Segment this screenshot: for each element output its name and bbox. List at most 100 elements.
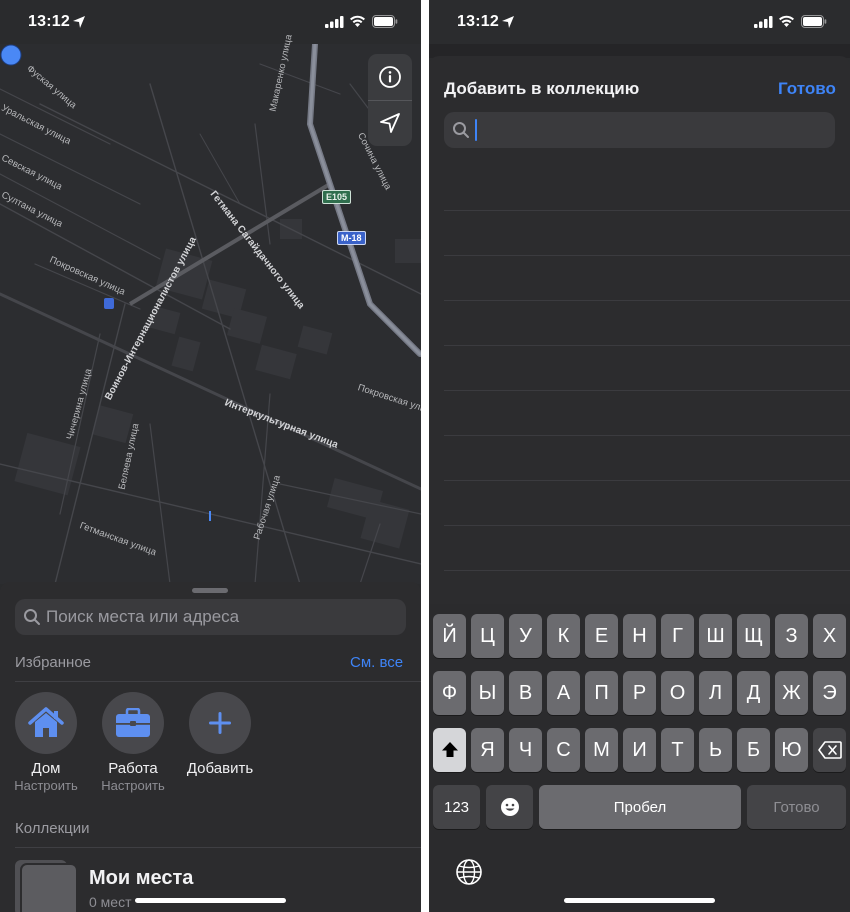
favorite-label: Дом [31,760,61,777]
shift-key[interactable] [433,728,466,772]
key[interactable]: Л [699,671,732,715]
collection-search-field[interactable] [444,112,835,148]
key[interactable]: Е [585,614,618,658]
search-field[interactable]: Поиск места или адреса [15,599,406,635]
collections-title: Коллекции [15,820,90,837]
key[interactable]: Р [623,671,656,715]
map-view[interactable]: Фуская улица Уральская улица Севская ули… [0,33,421,584]
key[interactable]: О [661,671,694,715]
delete-icon [817,741,842,759]
cellular-signal-icon [754,16,773,28]
status-time: 13:12 [28,13,70,30]
key[interactable]: Н [623,614,656,658]
location-arrow-icon [380,113,400,133]
key[interactable]: Й [433,614,466,658]
map-info-button[interactable] [368,54,412,100]
collection-title[interactable]: Мои места [89,867,193,890]
see-all-link[interactable]: См. все [350,654,403,671]
key[interactable]: Ж [775,671,808,715]
key[interactable]: Ф [433,671,466,715]
map-location-button[interactable] [368,100,412,146]
delete-key[interactable] [813,728,846,772]
key[interactable]: С [547,728,580,772]
cellular-signal-icon [325,16,344,28]
key[interactable]: М [585,728,618,772]
wifi-icon [350,15,365,27]
wifi-icon [779,15,794,27]
key[interactable]: Ш [699,614,732,658]
favorite-label: Работа [108,760,158,777]
space-key[interactable]: Пробел [539,785,741,829]
list-separator [444,210,850,211]
numbers-key[interactable]: 123 [433,785,480,829]
key[interactable]: Ы [471,671,504,715]
favorite-work[interactable]: Работа Настроить [88,692,178,793]
location-services-icon [502,16,514,28]
list-separator [444,300,850,301]
favorite-work-circle[interactable] [102,692,164,754]
key[interactable]: Ц [471,614,504,658]
collection-thumbnail[interactable] [15,858,77,912]
emoji-key[interactable] [486,785,533,829]
key[interactable]: У [509,614,542,658]
key[interactable]: В [509,671,542,715]
location-pin-stem [209,511,211,521]
key[interactable]: Б [737,728,770,772]
list-separator [444,525,850,526]
key[interactable]: Д [737,671,770,715]
key[interactable]: Ч [509,728,542,772]
status-bar: 13:12 [0,0,421,44]
list-separator [444,570,850,571]
favorite-add[interactable]: Добавить [175,692,265,777]
list-separator [444,435,850,436]
current-location-pin [0,44,22,66]
favorite-sublabel: Настроить [14,778,78,793]
map-controls [368,54,412,146]
return-key[interactable]: Готово [747,785,846,829]
home-indicator[interactable] [564,898,715,903]
list-separator [444,345,850,346]
key[interactable]: Щ [737,614,770,658]
favorite-add-circle[interactable] [189,692,251,754]
battery-icon [801,15,827,28]
search-icon [453,122,469,138]
key[interactable]: З [775,614,808,658]
done-button[interactable]: Готово [778,79,836,99]
battery-icon [372,15,398,28]
favorites-title: Избранное [15,654,92,671]
key[interactable]: Ь [699,728,732,772]
bottom-sheet: Поиск места или адреса Избранное См. все… [0,582,421,912]
shift-icon [441,742,458,757]
plus-icon [209,712,231,734]
maps-screen: 13:12 Фуская улица Уральская улица Севск… [0,0,421,912]
favorite-label: Добавить [186,760,254,777]
key[interactable]: Э [813,671,846,715]
globe-icon[interactable] [455,858,483,886]
key[interactable]: Ю [775,728,808,772]
home-indicator[interactable] [135,898,286,903]
highway-shield-m18: M-18 [337,231,366,245]
list-separator [444,390,850,391]
search-icon [24,609,40,625]
map-roads [0,44,421,584]
section-divider [15,847,421,848]
sheet-grabber[interactable] [192,588,228,593]
text-caret [475,119,477,141]
key[interactable]: И [623,728,656,772]
key[interactable]: Т [661,728,694,772]
house-icon [28,707,64,737]
status-time: 13:12 [457,13,499,30]
key[interactable]: Г [661,614,694,658]
key[interactable]: Я [471,728,504,772]
key[interactable]: А [547,671,580,715]
favorite-home-circle[interactable] [15,692,77,754]
key[interactable]: К [547,614,580,658]
key[interactable]: П [585,671,618,715]
favorite-home[interactable]: Дом Настроить [1,692,91,793]
sheet-title: Добавить в коллекцию [444,79,640,98]
briefcase-icon [116,708,150,737]
collection-count: 0 мест [89,894,132,910]
location-services-icon [73,16,85,28]
key[interactable]: Х [813,614,846,658]
search-placeholder: Поиск места или адреса [46,607,240,626]
